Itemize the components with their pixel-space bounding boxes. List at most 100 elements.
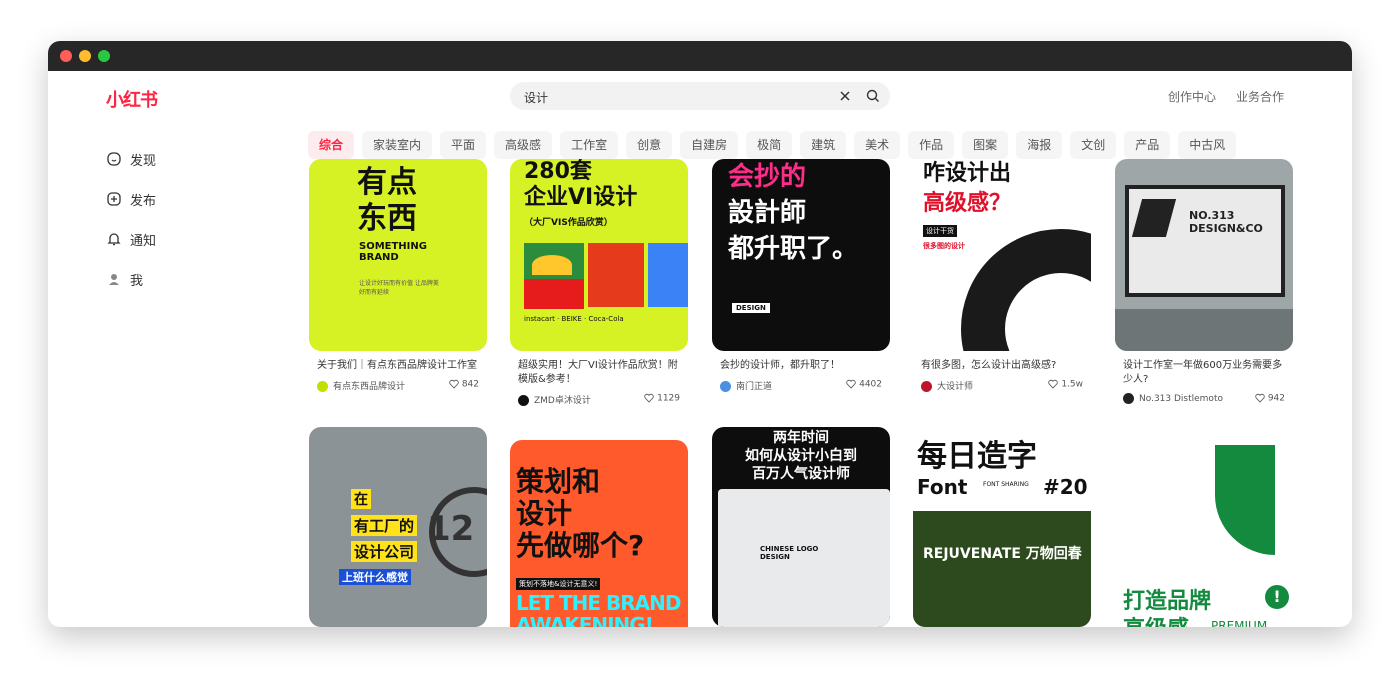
search-icon[interactable]: [865, 88, 881, 104]
author-name[interactable]: 南门正道: [736, 382, 772, 392]
chip-tuan[interactable]: 图案: [962, 131, 1009, 159]
note-title[interactable]: 会抄的设计师，都升职了！: [712, 359, 890, 373]
like-button[interactable]: 4402: [846, 379, 882, 390]
author-name[interactable]: 有点东西品牌设计: [333, 382, 405, 392]
cover-subtext: （大厂VIS作品欣赏）: [524, 218, 613, 228]
avatar[interactable]: [720, 381, 731, 392]
chip-gaojigan[interactable]: 高级感: [494, 131, 553, 159]
compass-icon: [107, 152, 121, 166]
note-cover[interactable]: 咋设计出 高级感？ 设计干货 很多图的设计: [913, 159, 1091, 351]
note-cover[interactable]: 打造品牌 ! 高级感 PREMIUM: [1115, 427, 1293, 627]
note-title[interactable]: 有很多图，怎么设计出高级感?: [913, 359, 1091, 373]
cover-subtext: SOMETHING BRAND: [359, 241, 427, 263]
chip-chuangyi[interactable]: 创意: [626, 131, 673, 159]
bell-icon: [107, 233, 121, 246]
chip-jianzhu[interactable]: 建筑: [800, 131, 847, 159]
like-button[interactable]: 1129: [644, 393, 680, 404]
sidebar-item-publish[interactable]: 发布: [106, 179, 156, 219]
like-button[interactable]: 1.5w: [1048, 379, 1083, 390]
avatar[interactable]: [518, 395, 529, 406]
note-cover[interactable]: 会抄的 設計師 都升职了。 DESIGN: [712, 159, 890, 351]
chip-chanpin[interactable]: 产品: [1124, 131, 1171, 159]
cover-text: 上班什么感觉: [339, 569, 411, 585]
heart-icon: [1048, 379, 1059, 389]
chip-haibao[interactable]: 海报: [1016, 131, 1063, 159]
search-bar[interactable]: [510, 82, 890, 110]
note-card[interactable]: 策划和 设计 先做哪个? 策划不落地&设计无意义! LET THE BRAND …: [510, 440, 688, 627]
note-cover[interactable]: 12 在 有工厂的 设计公司 上班什么感觉: [309, 427, 487, 627]
business-link[interactable]: 业务合作: [1236, 88, 1284, 105]
cover-text: 都升职了。: [728, 234, 859, 264]
note-cover[interactable]: 280套 企业VI设计 （大厂VIS作品欣赏） instacart · BEIK…: [510, 159, 688, 351]
note-meta: 南门正道 4402: [712, 379, 890, 393]
author-name[interactable]: 大设计师: [937, 382, 973, 392]
heart-icon: [644, 393, 654, 403]
avatar[interactable]: [317, 381, 328, 392]
cover-extra: LET THE BRAND AWAKENING!: [516, 591, 681, 627]
cover-text: #20: [1043, 475, 1088, 499]
cover-text: 有点: [357, 165, 417, 200]
cover-text: 如何从设计小白到: [745, 448, 857, 464]
note-card[interactable]: NO.313 DESIGN&CO 设计工作室一年做600万业务需要多少人? No…: [1115, 159, 1293, 407]
like-button[interactable]: 942: [1255, 393, 1285, 404]
chip-wenchuang[interactable]: 文创: [1070, 131, 1117, 159]
note-cover[interactable]: 有点 东西 SOMETHING BRAND 让设计好玩而有价值 让品牌美好而有延…: [309, 159, 487, 351]
clear-icon[interactable]: [837, 88, 853, 104]
maximize-window-button[interactable]: [98, 50, 110, 62]
note-card[interactable]: 有点 东西 SOMETHING BRAND 让设计好玩而有价值 让品牌美好而有延…: [309, 159, 487, 393]
note-card[interactable]: 会抄的 設計師 都升职了。 DESIGN 会抄的设计师，都升职了！ 南门正道 4…: [712, 159, 890, 393]
note-card[interactable]: 咋设计出 高级感？ 设计干货 很多图的设计 有很多图，怎么设计出高级感? 大设计…: [913, 159, 1091, 393]
cover-subtext: 设计干货: [923, 225, 957, 237]
like-button[interactable]: 842: [449, 379, 479, 390]
cover-text: 两年时间: [773, 430, 829, 446]
cover-extra: 让设计好玩而有价值 让品牌美好而有延续: [359, 280, 439, 296]
avatar[interactable]: [921, 381, 932, 392]
sidebar-item-me[interactable]: 我: [106, 259, 156, 299]
note-title[interactable]: 设计工作室一年做600万业务需要多少人?: [1115, 359, 1293, 387]
chip-pingmian[interactable]: 平面: [440, 131, 487, 159]
avatar[interactable]: [1123, 393, 1134, 404]
note-title[interactable]: 关于我们｜有点东西品牌设计工作室: [309, 359, 487, 373]
cover-text: 有工厂的: [351, 515, 418, 536]
note-card[interactable]: 280套 企业VI设计 （大厂VIS作品欣赏） instacart · BEIK…: [510, 159, 688, 407]
note-cover[interactable]: NO.313 DESIGN&CO: [1115, 159, 1293, 351]
title-bar: [48, 41, 1352, 71]
note-card[interactable]: 12 在 有工厂的 设计公司 上班什么感觉: [309, 427, 487, 627]
note-meta: No.313 Distlemoto 942: [1115, 393, 1293, 407]
cover-subtext: DESIGN: [732, 303, 770, 313]
cover-text: 高级感: [1123, 611, 1189, 627]
note-card[interactable]: 打造品牌 ! 高级感 PREMIUM: [1115, 427, 1293, 627]
cover-text: 百万人气设计师: [752, 466, 850, 482]
chip-jijian[interactable]: 极简: [746, 131, 793, 159]
cover-subtext: FONT SHARING: [983, 481, 1029, 488]
heart-icon: [449, 379, 459, 389]
note-card[interactable]: 两年时间 如何从设计小白到 百万人气设计师 CHINESE LOGO DESIG…: [712, 427, 890, 627]
cover-text: 设计公司: [351, 541, 418, 562]
like-count: 1129: [657, 393, 680, 404]
cover-text: 設計師: [728, 198, 807, 228]
close-window-button[interactable]: [60, 50, 72, 62]
note-title[interactable]: 超级实用！大厂VI设计作品欣赏！附模版&参考！: [510, 359, 688, 387]
minimize-window-button[interactable]: [79, 50, 91, 62]
chip-zuopin[interactable]: 作品: [908, 131, 955, 159]
creator-center-link[interactable]: 创作中心: [1168, 88, 1216, 105]
author-name[interactable]: ZMD卓沐设计: [534, 396, 591, 406]
chip-zonghe[interactable]: 综合: [308, 131, 355, 159]
author-name[interactable]: No.313 Distlemoto: [1139, 394, 1223, 404]
sidebar-item-notifications[interactable]: 通知: [106, 219, 156, 259]
note-cover[interactable]: 两年时间 如何从设计小白到 百万人气设计师 CHINESE LOGO DESIG…: [712, 427, 890, 627]
note-card[interactable]: 每日造字 Font FONT SHARING #20 REJUVENATE 万物…: [913, 427, 1091, 627]
xiaohongshu-logo[interactable]: 小红书: [106, 86, 158, 112]
heart-icon: [1255, 393, 1265, 403]
chip-jiazhuang[interactable]: 家装室内: [362, 131, 433, 159]
chip-zijianfang[interactable]: 自建房: [680, 131, 739, 159]
cover-text: 280套: [524, 159, 592, 184]
chip-gongzuoshi[interactable]: 工作室: [560, 131, 619, 159]
cover-extra: 很多图的设计: [923, 242, 965, 250]
sidebar-item-discover[interactable]: 发现: [106, 139, 156, 179]
chip-meishu[interactable]: 美术: [854, 131, 901, 159]
note-cover[interactable]: 每日造字 Font FONT SHARING #20 REJUVENATE 万物…: [913, 427, 1091, 627]
chip-zhonggufeng[interactable]: 中古风: [1178, 131, 1237, 159]
search-input[interactable]: [522, 86, 826, 108]
note-cover[interactable]: 策划和 设计 先做哪个? 策划不落地&设计无意义! LET THE BRAND …: [510, 440, 688, 627]
